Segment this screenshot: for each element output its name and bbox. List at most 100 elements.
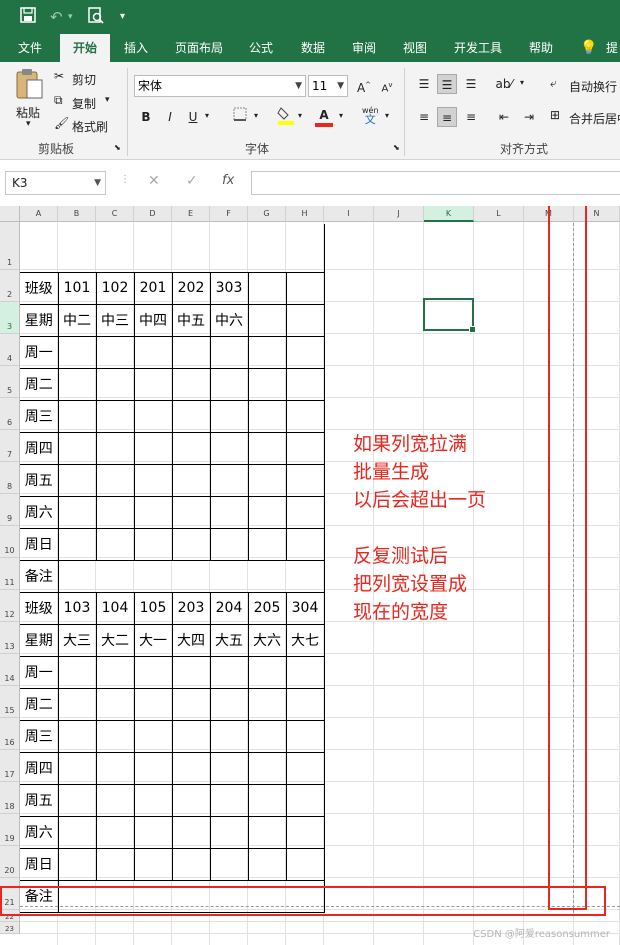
tab-insert[interactable]: 插入 xyxy=(115,34,157,62)
schedule-cell[interactable] xyxy=(209,815,249,849)
row-header-8[interactable]: 8 xyxy=(0,462,20,494)
row-header-9[interactable]: 9 xyxy=(0,494,20,526)
row-header-5[interactable]: 5 xyxy=(0,366,20,398)
underline-dropdown-icon[interactable]: ▾ xyxy=(205,111,209,120)
increase-font-icon[interactable]: A^ xyxy=(354,75,374,95)
align-top-icon[interactable]: ☰ xyxy=(414,74,434,94)
remark-cell[interactable] xyxy=(57,559,325,593)
paste-dropdown-icon[interactable]: ▾ xyxy=(26,119,31,129)
week-cell[interactable] xyxy=(247,303,287,337)
row-header-6[interactable]: 6 xyxy=(0,398,20,430)
paste-icon[interactable] xyxy=(14,68,44,103)
week-cell[interactable]: 中六 xyxy=(209,303,249,337)
schedule-cell[interactable] xyxy=(247,655,287,689)
format-painter-icon[interactable]: 🖌 xyxy=(54,116,69,130)
schedule-cell[interactable] xyxy=(133,655,173,689)
day-label-cell[interactable]: 周一 xyxy=(20,655,59,689)
class-cell[interactable]: 201 xyxy=(133,271,173,305)
schedule-cell[interactable] xyxy=(285,527,325,561)
week-cell[interactable]: 大六 xyxy=(247,623,287,657)
schedule-cell[interactable] xyxy=(57,719,97,753)
day-label-cell[interactable]: 周二 xyxy=(20,687,59,721)
schedule-cell[interactable] xyxy=(133,719,173,753)
schedule-cell[interactable] xyxy=(133,399,173,433)
save-icon[interactable] xyxy=(20,7,36,28)
schedule-cell[interactable] xyxy=(171,495,211,529)
schedule-cell[interactable] xyxy=(209,751,249,785)
schedule-cell[interactable] xyxy=(57,783,97,817)
schedule-cell[interactable] xyxy=(209,687,249,721)
schedule-cell[interactable] xyxy=(247,847,287,881)
schedule-cell[interactable] xyxy=(171,655,211,689)
italic-button[interactable]: I xyxy=(160,107,180,127)
class-label-cell[interactable]: 班级 xyxy=(20,591,59,625)
column-header-d[interactable]: D xyxy=(134,206,172,222)
font-size-select[interactable]: 11 ▼ xyxy=(308,75,348,97)
schedule-cell[interactable] xyxy=(95,719,135,753)
row-header-13[interactable]: 13 xyxy=(0,622,20,654)
schedule-cell[interactable] xyxy=(247,463,287,497)
row-header-23[interactable]: 23 xyxy=(0,922,20,934)
merge-center-icon[interactable]: ⊞ xyxy=(550,108,560,122)
font-color-button[interactable]: A xyxy=(314,105,334,127)
class-cell[interactable]: 102 xyxy=(95,271,135,305)
formula-input[interactable] xyxy=(251,171,620,195)
schedule-cell[interactable] xyxy=(247,495,287,529)
schedule-cell[interactable] xyxy=(133,463,173,497)
tab-view[interactable]: 视图 xyxy=(394,34,436,62)
row-header-17[interactable]: 17 xyxy=(0,750,20,782)
column-header-l[interactable]: L xyxy=(474,206,524,222)
wrap-text-button[interactable]: 自动换行 xyxy=(569,78,617,95)
week-label-cell[interactable]: 星期 xyxy=(20,303,59,337)
class-cell[interactable] xyxy=(285,271,325,305)
cut-icon[interactable]: ✂ xyxy=(54,69,64,83)
schedule-cell[interactable] xyxy=(95,783,135,817)
customize-qat-icon[interactable]: ▾ xyxy=(120,7,125,27)
schedule-cell[interactable] xyxy=(285,431,325,465)
column-header-e[interactable]: E xyxy=(172,206,210,222)
column-header-j[interactable]: J xyxy=(374,206,424,222)
print-preview-icon[interactable] xyxy=(88,7,104,30)
schedule-cell[interactable] xyxy=(57,495,97,529)
fill-color-icon[interactable] xyxy=(276,105,296,125)
schedule-cell[interactable] xyxy=(95,815,135,849)
row-header-16[interactable]: 16 xyxy=(0,718,20,750)
lightbulb-icon[interactable]: 💡 xyxy=(578,34,600,62)
schedule-cell[interactable] xyxy=(209,495,249,529)
schedule-cell[interactable] xyxy=(247,335,287,369)
align-right-icon[interactable]: ≡ xyxy=(461,107,481,127)
schedule-cell[interactable] xyxy=(57,847,97,881)
row-header-15[interactable]: 15 xyxy=(0,686,20,718)
schedule-cell[interactable] xyxy=(171,751,211,785)
class-cell[interactable]: 104 xyxy=(95,591,135,625)
class-label-cell[interactable]: 班级 xyxy=(20,271,59,305)
row-header-7[interactable]: 7 xyxy=(0,430,20,462)
week-cell[interactable] xyxy=(285,303,325,337)
schedule-cell[interactable] xyxy=(171,335,211,369)
fill-color-dropdown-icon[interactable]: ▾ xyxy=(298,111,302,120)
schedule-cell[interactable] xyxy=(171,847,211,881)
schedule-cell[interactable] xyxy=(57,431,97,465)
schedule-cell[interactable] xyxy=(95,431,135,465)
column-header-h[interactable]: H xyxy=(286,206,324,222)
schedule-cell[interactable] xyxy=(133,687,173,721)
row-header-4[interactable]: 4 xyxy=(0,334,20,366)
schedule-cell[interactable] xyxy=(285,719,325,753)
tab-page-layout[interactable]: 页面布局 xyxy=(168,34,230,62)
schedule-cell[interactable] xyxy=(57,527,97,561)
day-label-cell[interactable]: 周四 xyxy=(20,431,59,465)
dialog-launcher-icon[interactable]: ⬊ xyxy=(393,143,400,152)
day-label-cell[interactable]: 周五 xyxy=(20,783,59,817)
day-label-cell[interactable]: 周日 xyxy=(20,527,59,561)
phonetic-dropdown-icon[interactable]: ▾ xyxy=(385,111,389,120)
schedule-cell[interactable] xyxy=(209,655,249,689)
schedule-cell[interactable] xyxy=(209,719,249,753)
row-header-2[interactable]: 2 xyxy=(0,270,20,302)
schedule-cell[interactable] xyxy=(57,815,97,849)
name-box[interactable]: K3 ▼ xyxy=(5,171,106,195)
schedule-cell[interactable] xyxy=(133,495,173,529)
class-cell[interactable]: 304 xyxy=(285,591,325,625)
phonetic-icon[interactable]: wén 文 xyxy=(362,106,379,125)
align-middle-icon[interactable]: ☰ xyxy=(437,74,457,94)
schedule-cell[interactable] xyxy=(285,815,325,849)
